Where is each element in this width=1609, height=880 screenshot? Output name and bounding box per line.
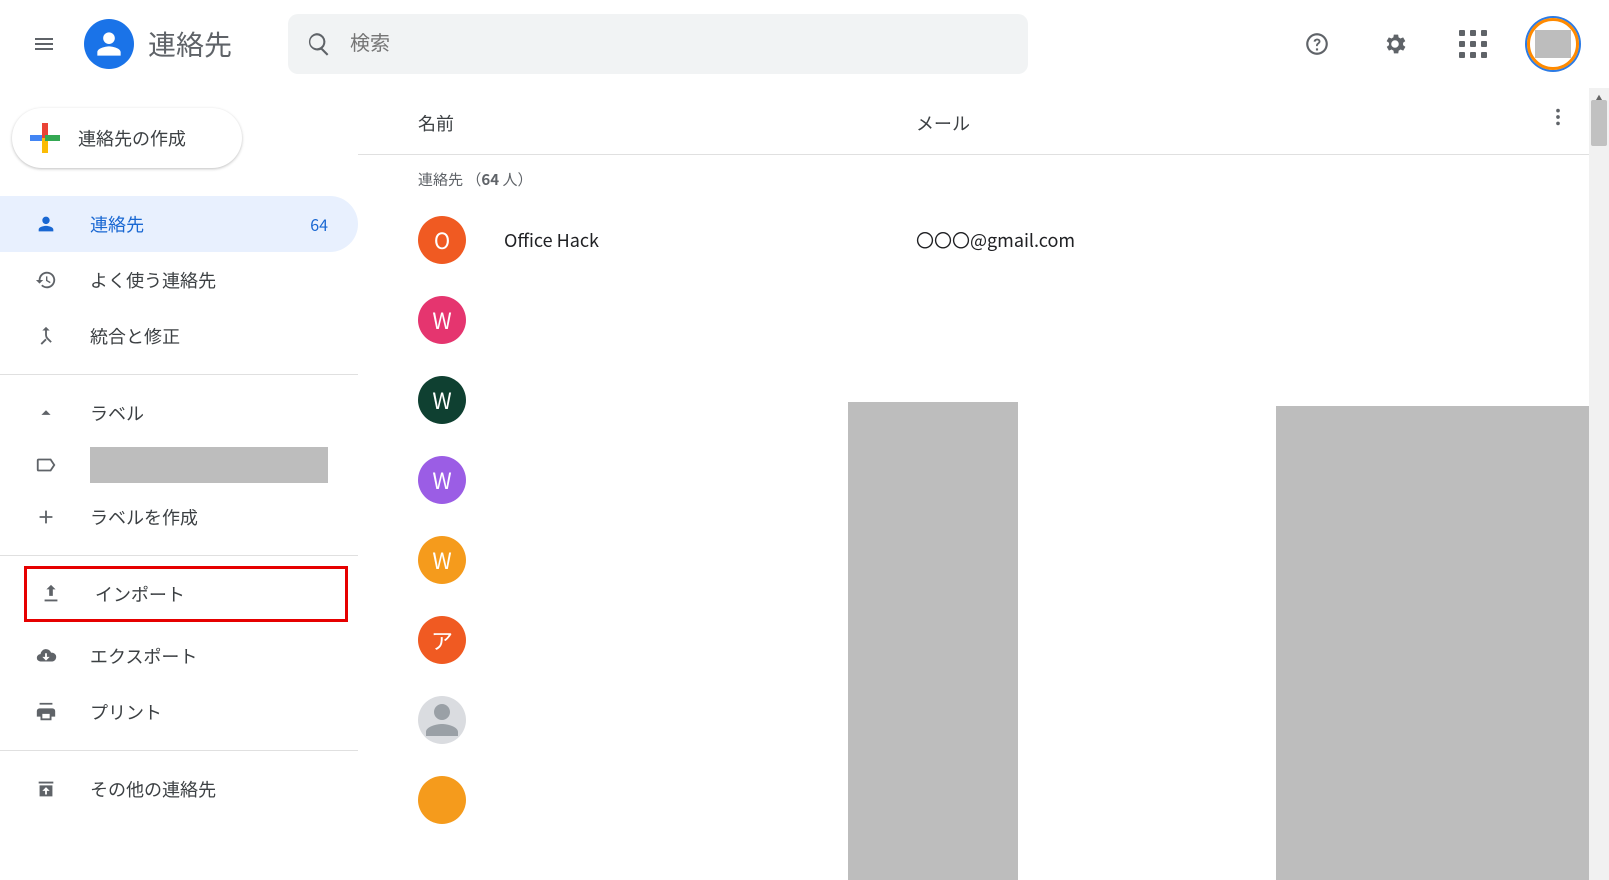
merge-icon (34, 324, 58, 348)
label-redacted (90, 447, 328, 483)
sidebar-item-import[interactable]: インポート (24, 566, 348, 622)
chevron-up-icon (34, 401, 58, 425)
contact-avatar (418, 696, 466, 744)
search-icon (306, 31, 332, 57)
scroll-thumb[interactable] (1591, 100, 1607, 146)
contact-avatar: W (418, 456, 466, 504)
sidebar-item-other[interactable]: その他の連絡先 (0, 761, 358, 817)
column-header: 名前 メール (358, 88, 1609, 155)
sidebar-labels-header[interactable]: ラベル (0, 385, 358, 441)
settings-button[interactable] (1371, 20, 1419, 68)
sidebar-item-label: ラベルを作成 (90, 504, 328, 530)
contacts-logo-icon (84, 19, 134, 69)
upload-icon (39, 582, 63, 606)
app-logo-block[interactable]: 連絡先 (84, 19, 232, 69)
avatar-placeholder (1535, 30, 1571, 58)
search-input[interactable] (350, 33, 1010, 56)
contact-email: 〇〇〇@gmail.com (916, 227, 1075, 253)
apps-button[interactable] (1449, 20, 1497, 68)
history-icon (34, 268, 58, 292)
more-vert-icon (1547, 106, 1569, 128)
cloud-download-icon (34, 644, 58, 668)
sidebar-item-contacts[interactable]: 連絡先 64 (0, 196, 358, 252)
gear-icon (1382, 31, 1408, 57)
app-title: 連絡先 (148, 24, 232, 64)
main-content: 名前 メール 連絡先 （64 人） O Office Hack〇〇〇@gmail.… (358, 88, 1609, 880)
sidebar-create-label[interactable]: ラベルを作成 (0, 489, 358, 545)
help-icon (1304, 31, 1330, 57)
sidebar-item-merge[interactable]: 統合と修正 (0, 308, 358, 364)
sidebar-item-label: エクスポート (90, 643, 328, 669)
contact-avatar: W (418, 536, 466, 584)
section-title: 連絡先 （64 人） (358, 155, 1609, 200)
sidebar-item-label: プリント (90, 699, 328, 725)
apps-icon (1459, 30, 1487, 58)
sidebar-item-label: インポート (95, 581, 315, 607)
sidebar-label-item[interactable] (0, 441, 358, 489)
person-icon (34, 212, 58, 236)
sidebar-item-export[interactable]: エクスポート (0, 628, 358, 684)
contact-row[interactable]: W (358, 280, 1609, 360)
plus-icon (30, 123, 60, 153)
menu-icon (32, 32, 56, 56)
contact-avatar: ア (418, 616, 466, 664)
vertical-scrollbar[interactable]: ▲ (1589, 88, 1609, 880)
contact-avatar: W (418, 376, 466, 424)
sidebar-item-label: ラベル (90, 400, 328, 426)
search-box[interactable] (288, 14, 1028, 74)
column-name: 名前 (418, 110, 916, 136)
label-icon (34, 453, 58, 477)
contact-avatar (418, 776, 466, 824)
plus-small-icon (34, 505, 58, 529)
contact-avatar: O (418, 216, 466, 264)
sidebar-item-frequent[interactable]: よく使う連絡先 (0, 252, 358, 308)
contact-avatar: W (418, 296, 466, 344)
help-button[interactable] (1293, 20, 1341, 68)
sidebar-item-label: その他の連絡先 (90, 776, 328, 802)
account-avatar[interactable] (1527, 18, 1579, 70)
archive-icon (34, 777, 58, 801)
create-contact-button[interactable]: 連絡先の作成 (12, 108, 242, 168)
sidebar: 連絡先の作成 連絡先 64 よく使う連絡先 統合と修正 ラベル ラベルを作成 (0, 88, 358, 880)
sidebar-item-label: よく使う連絡先 (90, 267, 328, 293)
column-email: メール (916, 110, 1549, 136)
sidebar-item-print[interactable]: プリント (0, 684, 358, 740)
person-icon (418, 696, 466, 744)
more-button[interactable] (1547, 106, 1569, 134)
menu-button[interactable] (20, 20, 68, 68)
redacted-names (848, 402, 1018, 880)
sidebar-item-count: 64 (310, 212, 328, 236)
print-icon (34, 700, 58, 724)
contact-name: Office Hack (504, 227, 916, 253)
sidebar-item-label: 統合と修正 (90, 323, 328, 349)
sidebar-item-label: 連絡先 (90, 211, 278, 237)
contact-row[interactable]: O Office Hack〇〇〇@gmail.com (358, 200, 1609, 280)
redacted-emails (1276, 406, 1596, 880)
create-contact-label: 連絡先の作成 (78, 125, 186, 151)
